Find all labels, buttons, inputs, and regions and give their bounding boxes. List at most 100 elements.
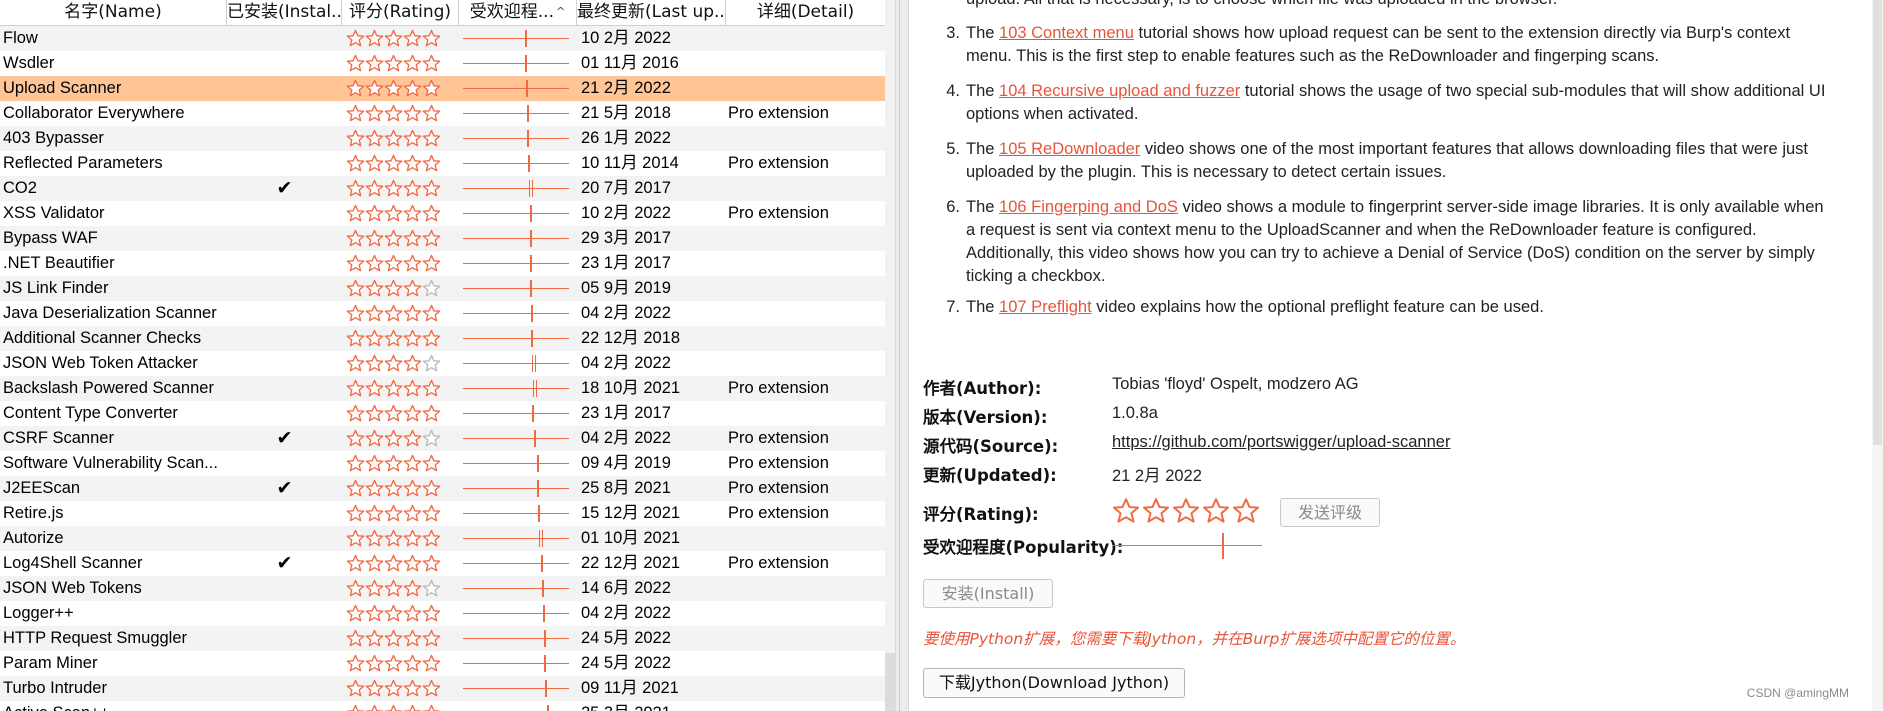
- last-updated: 23 1月 2017: [581, 404, 671, 422]
- detail-scrollbar-thumb[interactable]: [1873, 0, 1882, 445]
- table-row[interactable]: Param Miner 24 5月 2022: [0, 651, 885, 676]
- rating-star-icon: [384, 554, 403, 572]
- rating-star-icon: [403, 279, 422, 297]
- column-header-name[interactable]: 名字(Name): [0, 0, 227, 26]
- rating-star-icon: [365, 104, 384, 122]
- rating-star-icon: [384, 304, 403, 322]
- submit-rating-button[interactable]: 发送评级: [1280, 498, 1380, 527]
- rating-star-icon: [384, 429, 403, 447]
- popularity-cell: [459, 501, 577, 526]
- extension-name: Autorize: [3, 529, 64, 547]
- installed-cell: [227, 76, 342, 101]
- installed-cell: [227, 226, 342, 251]
- step-text-prefix: The: [966, 298, 1000, 316]
- table-row[interactable]: Active Scan++ 25 3月 2021: [0, 701, 885, 711]
- popularity-cell: [459, 176, 577, 201]
- install-button[interactable]: 安装(Install): [923, 579, 1053, 608]
- detail-cell: [726, 576, 885, 601]
- step-text: video explains how the optional prefligh…: [1091, 298, 1544, 316]
- rating-star-icon: [365, 154, 384, 172]
- table-row[interactable]: .NET Beautifier 23 1月 2017: [0, 251, 885, 276]
- table-row[interactable]: Java Deserialization Scanner 04 2月 2022: [0, 301, 885, 326]
- table-row[interactable]: Bypass WAF 29 3月 2017: [0, 226, 885, 251]
- table-row[interactable]: HTTP Request Smuggler 24 5月 2022: [0, 626, 885, 651]
- source-link[interactable]: https://github.com/portswigger/upload-sc…: [1112, 433, 1450, 452]
- detail-cell: [726, 251, 885, 276]
- table-row[interactable]: XSS Validator 10 2月 2022 Pro extension: [0, 201, 885, 226]
- popularity-bar: [463, 338, 569, 339]
- rating-star-icon: [384, 504, 403, 522]
- popularity-bar: [463, 313, 569, 314]
- installed-cell: [227, 251, 342, 276]
- popularity-marker: [528, 180, 533, 197]
- table-row[interactable]: Additional Scanner Checks 22 12月 2018: [0, 326, 885, 351]
- table-row[interactable]: Collaborator Everywhere 21 5月 2018 Pro ext…: [0, 101, 885, 126]
- step-number: 4.: [946, 82, 960, 100]
- extension-name: Upload Scanner: [3, 79, 122, 97]
- table-row[interactable]: 403 Bypasser 26 1月 2022: [0, 126, 885, 151]
- rating-star-icon: [422, 479, 441, 497]
- table-row[interactable]: JSON Web Token Attacker 04 2月 2022: [0, 351, 885, 376]
- table-row[interactable]: Wsdler 01 11月 2016: [0, 51, 885, 76]
- split-pane-divider[interactable]: [895, 0, 909, 711]
- sort-up-icon: ^: [556, 5, 566, 18]
- last-updated: 04 2月 2022: [581, 604, 671, 622]
- table-row[interactable]: Software Vulnerability Scan... 09 4月 2019…: [0, 451, 885, 476]
- rating-star-icon: [384, 404, 403, 422]
- download-jython-button[interactable]: 下载Jython(Download Jython): [923, 668, 1185, 698]
- rating-star-icon: [403, 179, 422, 197]
- rating-stars[interactable]: [1112, 497, 1260, 525]
- description-fragment: upload. All that is necessary, is to cho…: [966, 0, 1826, 11]
- table-row[interactable]: JS Link Finder 05 9月 2019: [0, 276, 885, 301]
- table-row[interactable]: Log4Shell Scanner ✔ 22 12月 2021 Pro extensi…: [0, 551, 885, 576]
- rating-star-icon: [346, 629, 365, 647]
- rating-star-icon: [365, 404, 384, 422]
- tutorial-link[interactable]: 104 Recursive upload and fuzzer: [999, 82, 1240, 100]
- updated-value: 21 2月 2022: [1112, 467, 1202, 485]
- tutorial-link[interactable]: 107 Preflight: [999, 298, 1092, 316]
- table-row[interactable]: J2EEScan ✔ 25 8月 2021 Pro extension: [0, 476, 885, 501]
- table-row[interactable]: Backslash Powered Scanner 18 10月 2021 Pro …: [0, 376, 885, 401]
- detail-cell: Pro extension: [728, 204, 829, 222]
- table-row[interactable]: CSRF Scanner ✔ 04 2月 2022 Pro extension: [0, 426, 885, 451]
- table-row[interactable]: Reflected Parameters 10 11月 2014 Pro exten…: [0, 151, 885, 176]
- table-row[interactable]: JSON Web Tokens 14 6月 2022: [0, 576, 885, 601]
- last-updated: 23 1月 2017: [581, 254, 671, 272]
- table-scrollbar[interactable]: [885, 0, 895, 711]
- table-scrollbar-thumb[interactable]: [885, 653, 895, 711]
- rating-cell: [342, 326, 459, 351]
- popularity-cell: [459, 526, 577, 551]
- popularity-bar: [463, 113, 569, 114]
- extension-name: Reflected Parameters: [3, 154, 163, 172]
- tutorial-link[interactable]: 103 Context menu: [999, 24, 1134, 42]
- table-row[interactable]: Retire.js 15 12月 2021 Pro extension: [0, 501, 885, 526]
- column-header-detail[interactable]: 详细(Detail): [726, 0, 885, 26]
- rating-star-icon: [422, 204, 441, 222]
- table-row[interactable]: Turbo Intruder 09 11月 2021: [0, 676, 885, 701]
- last-updated: 25 3月 2021: [577, 701, 726, 711]
- table-row[interactable]: Logger++ 04 2月 2022: [0, 601, 885, 626]
- tutorial-link[interactable]: 105 ReDownloader: [999, 140, 1140, 158]
- column-header-installed[interactable]: 已安装(Instal...: [227, 0, 342, 26]
- installed-cell: [227, 301, 342, 326]
- installed-cell: [227, 51, 342, 76]
- rating-star-icon: [403, 254, 422, 272]
- column-header-rating[interactable]: 评分(Rating): [342, 0, 459, 26]
- table-row[interactable]: CO2 ✔ 20 7月 2017: [0, 176, 885, 201]
- table-row[interactable]: Upload Scanner 21 2月 2022: [0, 76, 885, 101]
- extension-name: CSRF Scanner: [3, 429, 114, 447]
- rating-star-icon: [384, 79, 403, 97]
- column-header-popularity[interactable]: 受欢迎程... ^: [459, 0, 577, 26]
- last-updated: 22 12月 2018: [581, 329, 681, 347]
- column-header-updated[interactable]: 最终更新(Last up...: [577, 0, 726, 26]
- table-row[interactable]: Flow 10 2月 2022: [0, 26, 885, 51]
- table-row[interactable]: Autorize 01 10月 2021: [0, 526, 885, 551]
- tutorial-link[interactable]: 106 Fingerping and DoS: [999, 198, 1178, 216]
- rating-star-icon: [422, 554, 441, 572]
- popularity-cell: [459, 101, 577, 126]
- table-row[interactable]: Content Type Converter 23 1月 2017: [0, 401, 885, 426]
- rating-star-icon: [365, 354, 384, 372]
- rating-star-icon: [365, 554, 384, 572]
- extension-name: JS Link Finder: [3, 279, 109, 297]
- rating-cell: [342, 151, 459, 176]
